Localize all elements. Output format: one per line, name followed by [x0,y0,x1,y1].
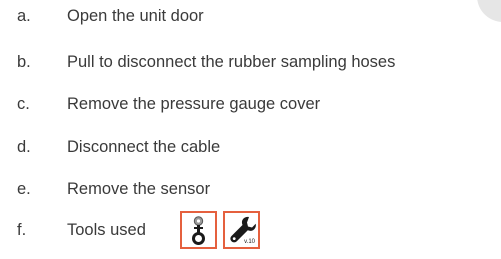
step-text: Remove the pressure gauge cover [67,95,321,113]
step-letter: a. [17,7,31,25]
step-letter: c. [17,95,30,113]
step-text: Tools used [67,221,146,239]
step-letter: d. [17,138,31,156]
step-text: Open the unit door [67,7,204,25]
step-letter: b. [17,53,31,71]
door-key-icon [192,216,205,245]
step-letter: f. [17,221,27,239]
step-letter: e. [17,180,31,198]
step-text: Pull to disconnect the rubber sampling h… [67,53,396,71]
tool-version-label: v.10 [244,239,255,245]
wrench-tool: v.10 [223,211,260,249]
door-key-tool [180,211,217,249]
step-text: Remove the sensor [67,180,211,198]
page-corner-decoration [477,0,501,22]
step-text: Disconnect the cable [67,138,221,156]
